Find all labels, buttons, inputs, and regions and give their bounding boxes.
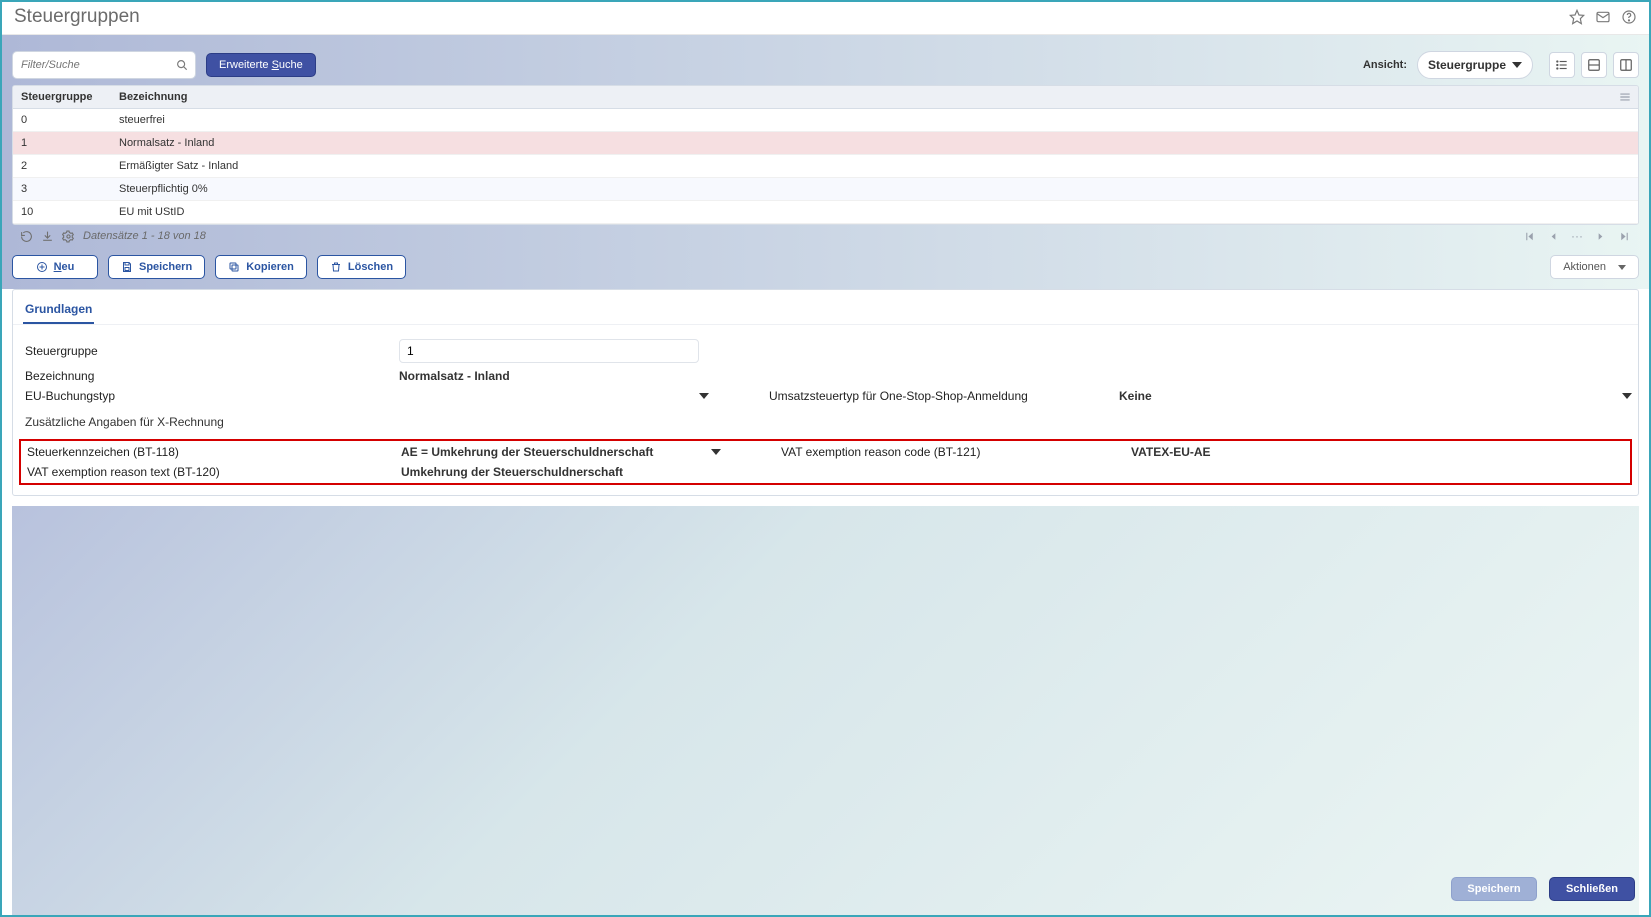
cell-bezeichnung: Normalsatz - Inland	[111, 132, 1638, 154]
record-count: Datensätze 1 - 18 von 18	[83, 230, 206, 242]
chevron-down-icon	[1512, 62, 1522, 68]
value-bezeichnung: Normalsatz - Inland	[399, 369, 699, 383]
page-title: Steuergruppen	[14, 6, 140, 28]
chevron-down-icon	[699, 393, 709, 399]
col-header-bezeichnung[interactable]: Bezeichnung	[111, 86, 1638, 108]
footer-close-button[interactable]: Schließen	[1549, 877, 1635, 901]
cell-steuergruppe: 2	[13, 155, 111, 177]
select-bt118[interactable]: AE = Umkehrung der Steuerschuldnerschaft	[401, 445, 721, 459]
cell-steuergruppe: 10	[13, 201, 111, 223]
cell-steuergruppe: 1	[13, 132, 111, 154]
help-icon[interactable]	[1621, 9, 1637, 25]
chevron-down-icon	[1618, 265, 1626, 270]
new-button[interactable]: Neu	[12, 255, 98, 279]
favorite-star-icon[interactable]	[1569, 9, 1585, 25]
table-menu-icon[interactable]	[1618, 90, 1632, 104]
label-bezeichnung: Bezeichnung	[19, 369, 399, 383]
cell-steuergruppe: 3	[13, 178, 111, 200]
chevron-down-icon	[1622, 393, 1632, 399]
cell-bezeichnung: Ermäßigter Satz - Inland	[111, 155, 1638, 177]
value-bt120: Umkehrung der Steuerschuldnerschaft	[401, 465, 1630, 479]
empty-area	[12, 506, 1639, 915]
page-first-icon[interactable]	[1523, 230, 1536, 243]
export-icon[interactable]	[41, 230, 54, 243]
select-umsatzsteuertyp[interactable]: Keine	[1119, 389, 1632, 403]
delete-button[interactable]: Löschen	[317, 255, 406, 279]
value-bt121: VATEX-EU-AE	[1131, 445, 1630, 459]
section-xrechnung: Zusätzliche Angaben für X-Rechnung	[19, 409, 1632, 429]
table-row[interactable]: 10EU mit UStID	[13, 201, 1638, 224]
input-steuergruppe[interactable]	[399, 339, 699, 363]
ansicht-select[interactable]: Steuergruppe	[1417, 51, 1533, 79]
actions-dropdown[interactable]: Aktionen	[1550, 255, 1639, 279]
page-dots: ···	[1571, 229, 1583, 243]
label-steuergruppe: Steuergruppe	[19, 344, 399, 358]
search-input-wrap[interactable]	[12, 51, 196, 79]
label-eubuchungstyp: EU-Buchungstyp	[19, 389, 399, 403]
table-row[interactable]: 3Steuerpflichtig 0%	[13, 178, 1638, 201]
table-row[interactable]: 2Ermäßigter Satz - Inland	[13, 155, 1638, 178]
xrechnung-highlight: Steuerkennzeichen (BT-118) AE = Umkehrun…	[19, 439, 1632, 485]
chevron-down-icon	[711, 449, 721, 455]
cell-bezeichnung: EU mit UStID	[111, 201, 1638, 223]
footer-save-button[interactable]: Speichern	[1451, 877, 1537, 901]
label-bt121: VAT exemption reason code (BT-121)	[781, 445, 1121, 459]
page-last-icon[interactable]	[1618, 230, 1631, 243]
copy-button[interactable]: Kopieren	[215, 255, 307, 279]
table-row[interactable]: 1Normalsatz - Inland	[13, 132, 1638, 155]
label-umsatzsteuertyp: Umsatzsteuertyp für One-Stop-Shop-Anmeld…	[769, 389, 1109, 403]
tax-groups-table: Steuergruppe Bezeichnung 0steuerfrei1Nor…	[12, 85, 1639, 225]
search-input[interactable]	[19, 58, 175, 72]
advanced-search-button[interactable]: Erweiterte Suche	[206, 53, 316, 77]
table-row[interactable]: 0steuerfrei	[13, 109, 1638, 132]
ansicht-label: Ansicht:	[1363, 59, 1407, 71]
cell-bezeichnung: Steuerpflichtig 0%	[111, 178, 1638, 200]
layout-split-vertical-icon[interactable]	[1613, 52, 1639, 78]
cell-steuergruppe: 0	[13, 109, 111, 131]
mail-icon[interactable]	[1595, 9, 1611, 25]
search-icon[interactable]	[175, 58, 189, 72]
page-prev-icon[interactable]	[1548, 231, 1559, 242]
save-button[interactable]: Speichern	[108, 255, 205, 279]
col-header-steuergruppe[interactable]: Steuergruppe	[13, 86, 111, 108]
select-eubuchungstyp[interactable]	[399, 393, 709, 399]
page-next-icon[interactable]	[1595, 231, 1606, 242]
label-bt118: Steuerkennzeichen (BT-118)	[21, 445, 401, 459]
cell-bezeichnung: steuerfrei	[111, 109, 1638, 131]
label-bt120: VAT exemption reason text (BT-120)	[21, 465, 401, 479]
settings-gear-icon[interactable]	[62, 230, 75, 243]
layout-split-horizontal-icon[interactable]	[1581, 52, 1607, 78]
refresh-icon[interactable]	[20, 230, 33, 243]
layout-list-icon[interactable]	[1549, 52, 1575, 78]
tab-grundlagen[interactable]: Grundlagen	[23, 296, 94, 324]
